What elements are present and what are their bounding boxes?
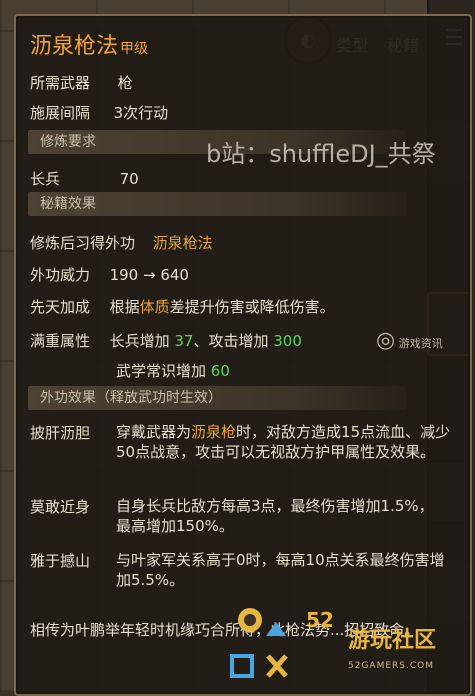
power-value: 190 → 640 — [109, 266, 189, 284]
ability-1-name: 披肝沥胆 — [30, 424, 91, 442]
mastery-stat2-value: 300 — [273, 332, 302, 350]
spear-req-row: 长兵 70 — [30, 168, 139, 189]
innate-pre: 根据 — [109, 298, 140, 316]
power-label: 外功威力 — [30, 266, 91, 284]
learn-row: 修炼后习得外功 沥泉枪法 — [30, 232, 213, 253]
site-logo-name: 游玩社区 — [348, 628, 437, 653]
youku-logo-text: 游戏资讯 — [398, 337, 443, 350]
learn-label: 修炼后习得外功 — [30, 234, 136, 252]
ability-2-name: 莫敢近身 — [30, 498, 91, 516]
site-logo-number: 52 — [306, 608, 334, 632]
skill-title: 沥泉枪法 甲级 — [30, 28, 148, 60]
ability-1-pre: 穿戴武器为 — [116, 423, 192, 441]
innate-row: 先天加成 根据体质差提升伤害或降低伤害。 — [30, 296, 335, 317]
learn-value: 沥泉枪法 — [152, 234, 213, 252]
interval-value: 3次行动 — [113, 104, 169, 122]
power-row: 外功威力 190 → 640 — [30, 264, 189, 285]
skill-rank: 甲级 — [120, 41, 149, 57]
youku-eye-icon: ◎ — [376, 328, 396, 353]
ability-1-weapon: 沥泉枪 — [191, 423, 237, 441]
skill-name: 沥泉枪法 — [30, 34, 119, 59]
effects-section-header: 秘籍效果 — [28, 192, 406, 216]
innate-stat: 体质 — [139, 298, 170, 316]
mastery-row: 满重属性 长兵增加 37、攻击增加 300 — [30, 330, 302, 351]
interval-row: 施展间隔 3次行动 — [30, 102, 168, 123]
mastery-stat1: 长兵增加 — [109, 332, 170, 350]
interval-label: 施展间隔 — [30, 104, 91, 122]
mastery-separator: 、攻击增加 — [193, 332, 269, 350]
youku-logo: ◎ 游戏资讯 — [376, 328, 468, 368]
spear-req-label: 长兵 — [30, 170, 61, 188]
weapon-row: 所需武器 枪 — [30, 72, 133, 93]
innate-post: 差提升伤害或降低伤害。 — [169, 298, 335, 316]
mastery-stat3: 武学常识增加 — [116, 362, 207, 380]
ability-3-name: 雅于撼山 — [30, 552, 91, 570]
ability-3-text: 与叶家军关系高于0时，每高10点关系最终伤害增加5.5%。 — [116, 551, 445, 589]
ability-1-text: 穿戴武器为沥泉枪时，对敌方造成15点流血、减少50点战意，攻击可以无视敌方护甲属… — [116, 422, 456, 462]
weapon-value: 枪 — [117, 74, 133, 92]
watermark: b站：shuffleDJ_共祭 — [206, 140, 436, 168]
mastery-row-2: 武学常识增加 60 — [116, 360, 230, 381]
mastery-stat3-value: 60 — [210, 362, 230, 380]
innate-label: 先天加成 — [30, 298, 91, 316]
external-effects-header: 外功效果（释放武功时生效） — [28, 386, 406, 410]
ability-2-text: 自身长兵比敌方每高3点，最终伤害增加1.5%，最高增加150%。 — [116, 497, 434, 535]
mastery-stat1-value: 37 — [174, 332, 194, 350]
mastery-label: 满重属性 — [30, 332, 91, 350]
site-logo-url: 52GAMERS.COM — [348, 661, 434, 671]
weapon-label: 所需武器 — [30, 74, 91, 92]
spear-req-value: 70 — [119, 170, 139, 188]
